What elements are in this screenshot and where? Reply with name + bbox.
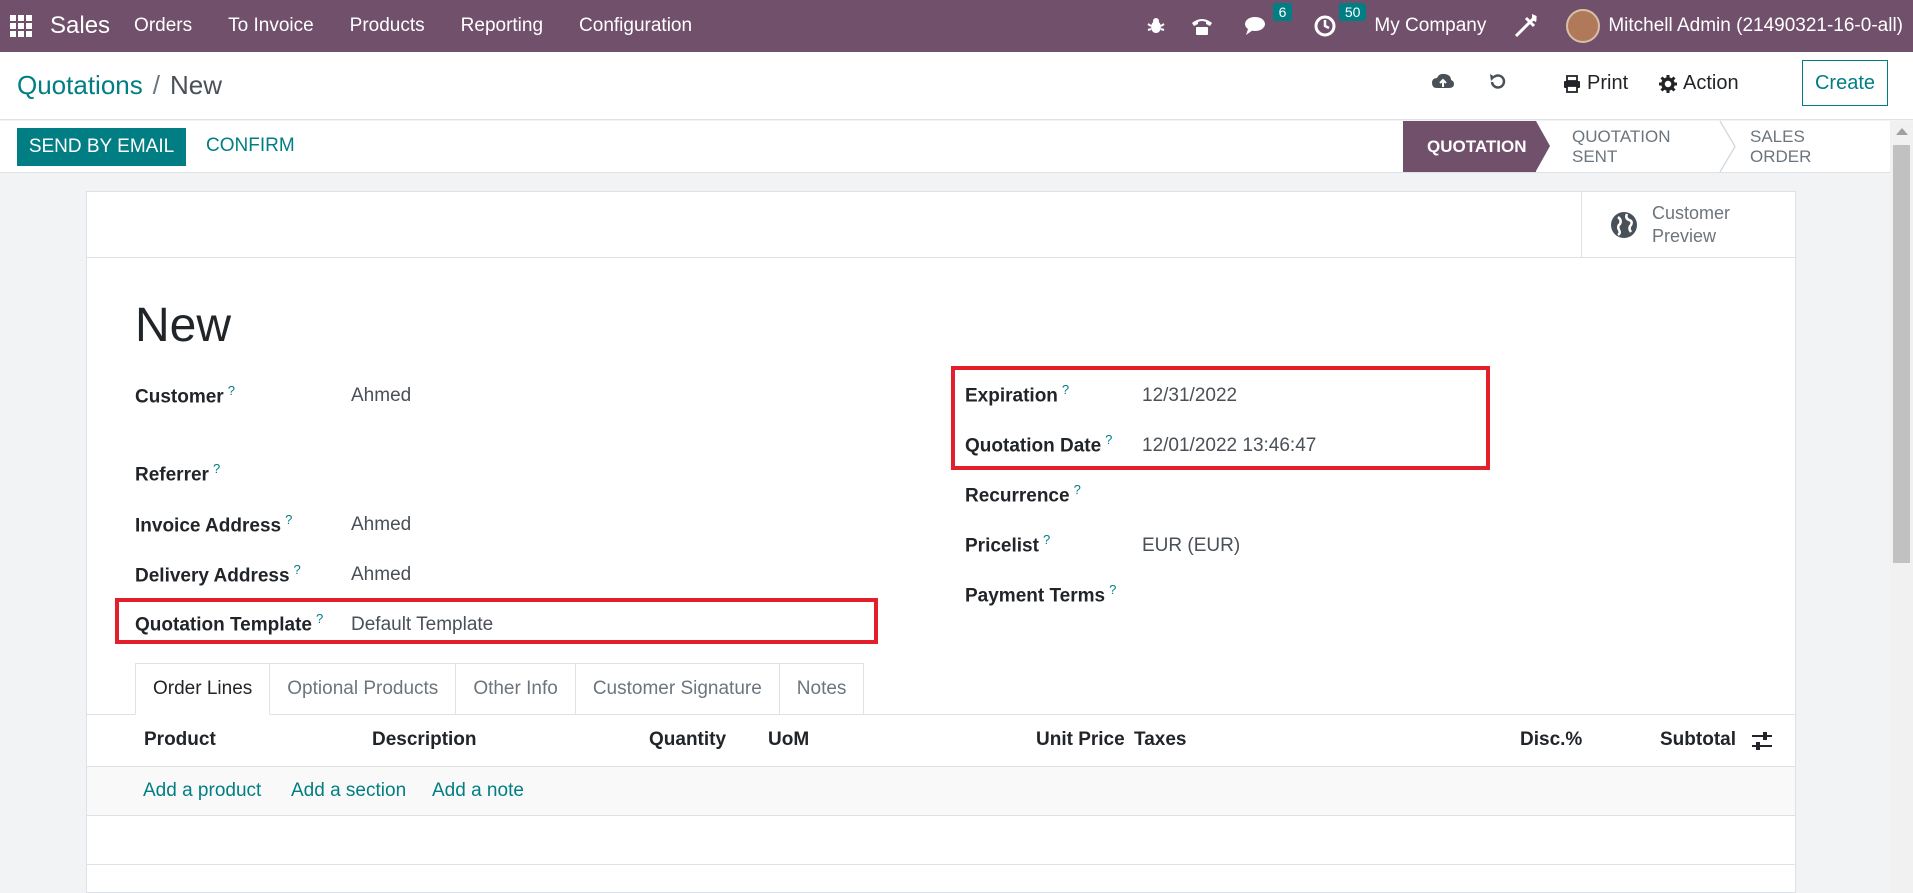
add-product-link[interactable]: Add a product xyxy=(143,780,261,802)
user-avatar[interactable] xyxy=(1566,9,1601,43)
recurrence-field[interactable] xyxy=(1142,484,1442,506)
customer-preview-button[interactable]: Customer Preview xyxy=(1581,192,1795,258)
recurrence-label: Recurrence? xyxy=(965,482,1081,507)
tab-notes[interactable]: Notes xyxy=(779,663,865,715)
order-lines-header: Product Description Quantity UoM Unit Pr… xyxy=(87,715,1795,767)
stage-sales-order[interactable]: SALES ORDER xyxy=(1713,121,1889,172)
customer-field[interactable]: Ahmed xyxy=(351,385,411,407)
pricelist-label: Pricelist? xyxy=(965,532,1051,557)
action-button[interactable]: Action xyxy=(1659,72,1739,95)
referrer-label: Referrer? xyxy=(135,461,221,486)
top-navbar: Sales Orders To Invoice Products Reporti… xyxy=(0,0,1913,52)
menu-products[interactable]: Products xyxy=(350,15,425,37)
tab-order-lines[interactable]: Order Lines xyxy=(135,663,271,715)
column-uom[interactable]: UoM xyxy=(768,729,809,751)
help-tooltip-icon[interactable]: ? xyxy=(1109,582,1116,597)
company-switcher[interactable]: My Company xyxy=(1374,15,1486,37)
invoice-address-field[interactable]: Ahmed xyxy=(351,514,411,536)
referrer-field[interactable] xyxy=(351,463,651,485)
phone-icon[interactable] xyxy=(1190,15,1214,37)
activities-badge: 50 xyxy=(1338,3,1367,21)
print-icon xyxy=(1564,74,1580,93)
column-unit-price[interactable]: Unit Price xyxy=(1036,729,1125,751)
optional-columns-toggle-icon[interactable] xyxy=(1751,732,1773,750)
column-taxes[interactable]: Taxes xyxy=(1134,729,1186,751)
payment-terms-field[interactable] xyxy=(1142,584,1442,606)
control-panel: Quotations / New Print Action Create xyxy=(0,52,1913,120)
print-label: Print xyxy=(1587,72,1629,94)
column-product[interactable]: Product xyxy=(144,729,216,751)
payment-terms-label: Payment Terms? xyxy=(965,582,1117,607)
customer-preview-line2: Preview xyxy=(1652,226,1717,246)
tab-optional-products[interactable]: Optional Products xyxy=(270,663,457,715)
bug-icon[interactable] xyxy=(1146,16,1166,36)
form-sheet: Customer Preview New Customer? Ahmed Ref… xyxy=(86,191,1796,893)
app-name[interactable]: Sales xyxy=(50,12,110,40)
discard-undo-icon[interactable] xyxy=(1488,72,1508,97)
menu-reporting[interactable]: Reporting xyxy=(461,15,543,37)
customer-label: Customer? xyxy=(135,383,235,408)
add-line-row: Add a product Add a section Add a note xyxy=(87,767,1795,816)
add-section-link[interactable]: Add a section xyxy=(291,780,406,802)
add-note-link[interactable]: Add a note xyxy=(432,780,524,802)
help-tooltip-icon[interactable]: ? xyxy=(285,512,292,527)
scrollbar-thumb[interactable] xyxy=(1893,145,1910,563)
messages-badge: 6 xyxy=(1272,3,1293,21)
apps-grid-icon[interactable] xyxy=(10,15,32,37)
customer-preview-line1: Customer xyxy=(1652,203,1731,223)
stage-quotation[interactable]: QUOTATION xyxy=(1403,121,1550,172)
menu-configuration[interactable]: Configuration xyxy=(579,15,692,37)
help-tooltip-icon[interactable]: ? xyxy=(294,562,301,577)
help-tooltip-icon[interactable]: ? xyxy=(1074,482,1081,497)
column-description[interactable]: Description xyxy=(372,729,477,751)
highlight-box-quotation-template xyxy=(115,598,878,644)
invoice-address-label: Invoice Address? xyxy=(135,512,293,537)
stage-chevron-divider xyxy=(1719,121,1736,172)
column-subtotal[interactable]: Subtotal xyxy=(1660,729,1736,751)
notebook-tabs: Order Lines Optional Products Other Info… xyxy=(135,663,865,715)
send-by-email-button[interactable]: SEND BY EMAIL xyxy=(17,128,186,166)
confirm-button[interactable]: CONFIRM xyxy=(206,135,295,157)
gear-icon xyxy=(1659,74,1677,93)
action-label: Action xyxy=(1683,72,1739,94)
stage-quotation-sent[interactable]: QUOTATION SENT xyxy=(1536,121,1713,172)
help-tooltip-icon[interactable]: ? xyxy=(213,461,220,476)
tools-icon[interactable] xyxy=(1512,12,1540,40)
tab-other-info[interactable]: Other Info xyxy=(456,663,576,715)
status-bar: SEND BY EMAIL CONFIRM QUOTATION QUOTATIO… xyxy=(0,121,1913,173)
tab-customer-signature[interactable]: Customer Signature xyxy=(575,663,780,715)
breadcrumb-quotations[interactable]: Quotations xyxy=(17,70,143,101)
delivery-address-label: Delivery Address? xyxy=(135,562,301,587)
stage-pipeline: QUOTATION QUOTATION SENT SALES ORDER xyxy=(1403,121,1889,172)
breadcrumb-separator: / xyxy=(152,70,160,100)
empty-table-row xyxy=(87,816,1795,865)
help-tooltip-icon[interactable]: ? xyxy=(1043,532,1050,547)
menu-to-invoice[interactable]: To Invoice xyxy=(228,15,314,37)
record-title: New xyxy=(135,299,232,352)
smart-button-box: Customer Preview xyxy=(87,192,1795,258)
delivery-address-field[interactable]: Ahmed xyxy=(351,564,411,586)
menu-orders[interactable]: Orders xyxy=(134,15,192,37)
scroll-up-arrow-icon[interactable] xyxy=(1896,128,1908,135)
column-quantity[interactable]: Quantity xyxy=(649,729,726,751)
globe-icon xyxy=(1611,212,1637,238)
create-button[interactable]: Create xyxy=(1802,60,1888,106)
print-button[interactable]: Print xyxy=(1563,72,1628,95)
messages-icon[interactable]: 6 xyxy=(1244,3,1293,37)
breadcrumb-current: New xyxy=(169,70,222,100)
save-cloud-icon[interactable] xyxy=(1431,72,1455,97)
breadcrumb: Quotations / New xyxy=(17,70,222,101)
activities-clock-icon[interactable]: 50 xyxy=(1314,3,1367,37)
pricelist-field[interactable]: EUR (EUR) xyxy=(1142,535,1240,557)
column-discount[interactable]: Disc.% xyxy=(1520,729,1582,751)
user-menu[interactable]: Mitchell Admin (21490321-16-0-all) xyxy=(1608,15,1903,37)
help-tooltip-icon[interactable]: ? xyxy=(228,383,235,398)
highlight-box-dates xyxy=(951,366,1490,470)
